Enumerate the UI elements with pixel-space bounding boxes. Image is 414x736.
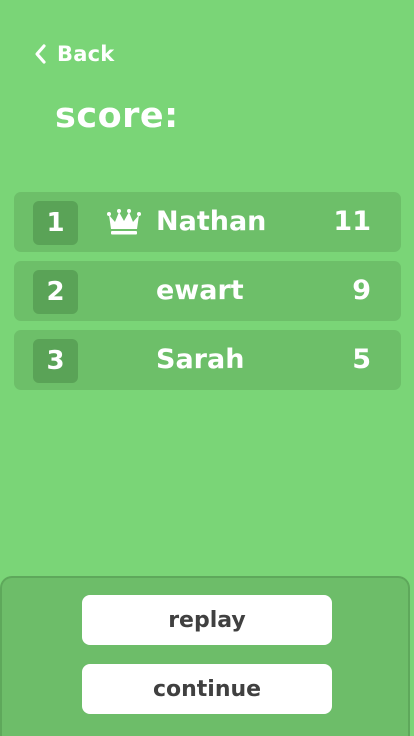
page-title: score: (55, 96, 179, 136)
back-label: Back (57, 42, 115, 66)
player-score: 5 (352, 344, 371, 375)
rank-badge: 2 (33, 270, 78, 314)
action-panel: replay continue (0, 576, 410, 736)
player-score: 11 (333, 206, 371, 237)
leaderboard-list: 1 Nathan 11 2 ewart 9 3 Sarah 5 (14, 192, 401, 399)
leaderboard-row: 1 Nathan 11 (14, 192, 401, 252)
continue-button[interactable]: continue (82, 664, 332, 714)
leaderboard-row: 2 ewart 9 (14, 261, 401, 321)
leaderboard-row: 3 Sarah 5 (14, 330, 401, 390)
back-button[interactable]: Back (33, 40, 114, 68)
player-name: Sarah (156, 344, 245, 375)
rank-badge: 3 (33, 339, 78, 383)
player-name: Nathan (156, 206, 267, 237)
player-name: ewart (156, 275, 244, 306)
chevron-left-icon (33, 43, 47, 65)
replay-button[interactable]: replay (82, 595, 332, 645)
crown-icon (106, 208, 142, 236)
rank-badge: 1 (33, 201, 78, 245)
player-score: 9 (352, 275, 371, 306)
